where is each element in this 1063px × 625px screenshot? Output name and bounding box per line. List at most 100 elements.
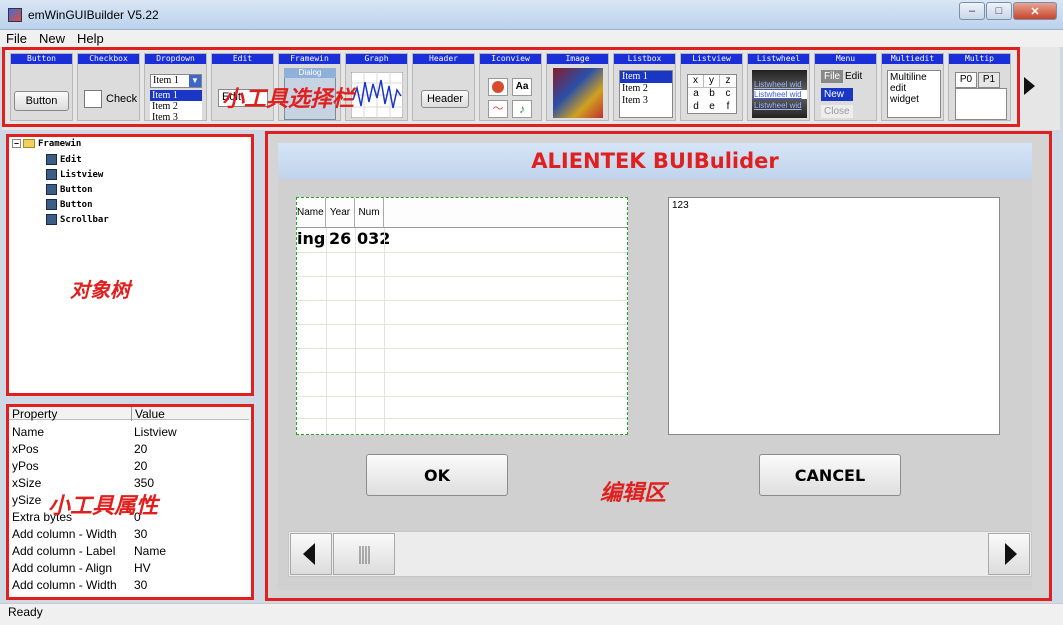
tool-title: Framewin (279, 54, 340, 64)
listview-preview-cell: f (726, 100, 730, 112)
tool-header[interactable]: Header Header (412, 53, 475, 121)
listwheel-preview-item: Listwheel wid (754, 101, 802, 110)
menu-preview-file: File (821, 70, 844, 83)
listwheel-preview-item: Listwheel wid (754, 90, 807, 99)
window-controls: – □ ✕ (959, 2, 1057, 20)
scrollbar-thumb[interactable] (333, 533, 395, 575)
title-bar: emWinGUIBuilder V5.22 – □ ✕ (0, 0, 1063, 30)
tool-image[interactable]: Image (546, 53, 609, 121)
listview-preview-cell: a (693, 88, 699, 100)
listview-preview: x y z a b c d e f (687, 74, 737, 114)
multipage-tab: P0 (955, 72, 977, 88)
menu-preview-edit: Edit (845, 71, 863, 82)
grip-icon (359, 546, 370, 564)
scroll-right-icon[interactable] (1024, 77, 1035, 95)
tool-title: Iconview (480, 54, 541, 64)
checkbox-preview-label: Check (106, 93, 138, 105)
listview-cell: ingS (297, 229, 326, 248)
chevron-down-icon: ▼ (189, 75, 201, 87)
listview-header: Name Year Num (297, 198, 627, 228)
globe-icon (488, 78, 508, 96)
listwheel-preview: Listwheel wid Listwheel wid Listwheel wi… (752, 70, 807, 118)
grid-line (384, 228, 385, 434)
grid-line (297, 418, 627, 419)
listbox-item: Item 3 (622, 95, 648, 106)
app-icon (8, 8, 22, 22)
music-note-icon: ♪ (512, 100, 532, 118)
menu-new[interactable]: New (33, 30, 71, 47)
cancel-button[interactable]: CANCEL (759, 454, 901, 496)
tool-title: Menu (815, 54, 876, 64)
arrow-right-icon (1005, 543, 1017, 565)
listview-preview-cell: x (688, 75, 704, 89)
font-icon: Aa (512, 78, 532, 96)
framewin-preview-title: Dialog (284, 68, 336, 78)
menu-preview-close: Close (821, 105, 853, 118)
tool-title: Multiedit (882, 54, 943, 64)
tool-title: Image (547, 54, 608, 64)
tool-title: Listbox (614, 54, 675, 64)
listview-cell: 26 (329, 229, 352, 248)
tool-button[interactable]: Button Button (10, 53, 73, 121)
multiedit-line: Multiline (890, 72, 927, 83)
tool-listwheel[interactable]: Listwheel Listwheel wid Listwheel wid Li… (747, 53, 810, 121)
tool-title: Multip (949, 54, 1010, 64)
graph-preview-icon (351, 72, 403, 118)
scrollbar-widget[interactable] (288, 531, 1032, 577)
tree-highlight (6, 134, 254, 396)
grid-line (297, 252, 627, 253)
multiedit-line: widget (890, 94, 919, 105)
tool-title: Listwheel (748, 54, 809, 64)
listview-preview-cell: b (709, 88, 715, 100)
tool-checkbox[interactable]: Checkbox Check (77, 53, 140, 121)
tool-title: Header (413, 54, 474, 64)
scroll-left-button[interactable] (290, 533, 332, 575)
listview-column-header[interactable]: Num (355, 198, 384, 228)
multipage-page (955, 88, 1007, 120)
listbox-item: Item 2 (622, 83, 648, 94)
listview-widget[interactable]: Name Year Num ingS 26 032 (296, 197, 628, 435)
tool-multiedit[interactable]: Multiedit Multiline edit widget (881, 53, 944, 121)
multipage-tab: P1 (978, 72, 1000, 88)
tool-iconview[interactable]: Iconview Aa 〜 ♪ (479, 53, 542, 121)
tool-button-preview: Button (14, 91, 69, 111)
dropdown-item: Item 1 (150, 90, 202, 101)
grid-line (355, 228, 356, 434)
menu-bar: File New Help (0, 30, 1063, 47)
status-text: Ready (8, 605, 43, 619)
listbox-item: Item 1 (620, 71, 672, 83)
listview-column-header[interactable]: Year (326, 198, 355, 228)
tool-dropdown[interactable]: Dropdown Item 1 ▼ Item 1 Item 2 Item 3 (144, 53, 207, 121)
scroll-right-button[interactable] (988, 533, 1030, 575)
grid-line (297, 324, 627, 325)
props-highlight (6, 404, 254, 600)
listview-cell: 032 (357, 229, 391, 248)
dropdown-item: Item 2 (150, 101, 202, 112)
tool-listview[interactable]: Listview x y z a b c d e f (680, 53, 743, 121)
menu-file[interactable]: File (0, 30, 33, 47)
grid-line (297, 396, 627, 397)
image-preview-icon (553, 68, 603, 118)
minimize-button[interactable]: – (959, 2, 985, 20)
menu-preview-new: New (821, 88, 853, 101)
dropdown-item: Item 3 (150, 112, 202, 120)
ok-button[interactable]: OK (366, 454, 508, 496)
close-button[interactable]: ✕ (1013, 2, 1057, 20)
status-bar: Ready (0, 603, 1063, 625)
dialog-title[interactable]: ALIENTEK BUIBulider (278, 143, 1032, 179)
listview-column-header[interactable]: Name (297, 198, 326, 228)
listview-preview-cell: z (720, 75, 736, 89)
tool-graph[interactable]: Graph (345, 53, 408, 121)
maximize-button[interactable]: □ (986, 2, 1012, 20)
listview-preview-cell: c (725, 88, 731, 100)
tool-multipage[interactable]: Multip P0 P1 (948, 53, 1011, 121)
header-preview: Header (421, 90, 469, 108)
tool-title: Dropdown (145, 54, 206, 64)
menu-help[interactable]: Help (71, 30, 110, 47)
dialog-client: Name Year Num ingS 26 032 123 OK CANCEL … (278, 179, 1032, 590)
tool-menu[interactable]: Menu File Edit New Close (814, 53, 877, 121)
multiedit-widget[interactable]: 123 (668, 197, 1000, 435)
tool-listbox[interactable]: Listbox Item 1 Item 2 Item 3 (613, 53, 676, 121)
tool-title: Listview (681, 54, 742, 64)
multiedit-preview: Multiline edit widget (887, 70, 941, 118)
